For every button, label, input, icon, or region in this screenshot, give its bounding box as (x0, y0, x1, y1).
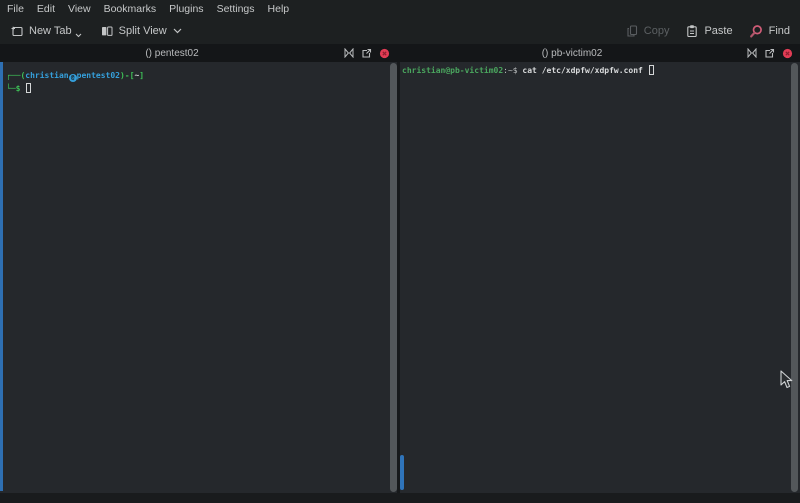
detach-tab-icon[interactable] (361, 48, 372, 59)
new-tab-menu-caret-icon (75, 33, 82, 38)
terminal-cursor (649, 65, 654, 75)
menu-item-edit[interactable]: Edit (37, 3, 55, 15)
pane-accent-bar (400, 455, 404, 490)
find-button[interactable]: Find (749, 24, 790, 39)
terminal-pb-victim02[interactable]: christian@pb-victim02:~$ cat /etc/xdpfw/… (400, 62, 800, 493)
paste-icon (685, 24, 699, 38)
tab-title-pb-victim02[interactable]: () pb-victim02 (397, 48, 747, 59)
split-view-icon (100, 24, 114, 38)
new-tab-label: New Tab (29, 25, 72, 37)
detach-tab-icon[interactable] (764, 48, 775, 59)
menu-item-view[interactable]: View (68, 3, 91, 15)
konsole-window: File Edit View Bookmarks Plugins Setting… (0, 0, 800, 503)
window-bottom-edge (0, 493, 800, 503)
menu-item-help[interactable]: Help (268, 3, 290, 15)
terminal-cursor (26, 83, 31, 93)
copy-icon (625, 24, 639, 38)
search-icon (749, 24, 764, 39)
menu-item-bookmarks[interactable]: Bookmarks (104, 3, 157, 15)
tab-bar-pentest02: () pentest02 (0, 44, 397, 62)
copy-label: Copy (644, 25, 670, 37)
terminal-output-pentest02: ┌──(christian@pentest02)-[~]└─$ (0, 62, 397, 493)
close-tab-icon[interactable] (782, 48, 793, 59)
new-tab-button[interactable]: New Tab (10, 24, 82, 38)
maximize-view-icon[interactable] (747, 48, 757, 58)
paste-button[interactable]: Paste (685, 24, 732, 38)
terminal-output-pb-victim02: christian@pb-victim02:~$ cat /etc/xdpfw/… (400, 62, 800, 493)
scrollbar-left-pane[interactable] (390, 63, 397, 492)
toolbar: New Tab Split View (0, 18, 800, 44)
terminal-pentest02[interactable]: ┌──(christian@pentest02)-[~]└─$ (0, 62, 397, 493)
split-view-button[interactable]: Split View (100, 24, 182, 38)
paste-label: Paste (704, 25, 732, 37)
tab-title-pentest02[interactable]: () pentest02 (0, 48, 344, 59)
menu-item-settings[interactable]: Settings (217, 3, 255, 15)
menu-item-file[interactable]: File (7, 3, 24, 15)
close-tab-icon[interactable] (379, 48, 390, 59)
new-tab-icon (10, 24, 24, 38)
find-label: Find (769, 25, 790, 37)
tab-bar-pb-victim02: () pb-victim02 (397, 44, 800, 62)
maximize-view-icon[interactable] (344, 48, 354, 58)
menu-bar: File Edit View Bookmarks Plugins Setting… (0, 0, 800, 18)
scrollbar-right-pane[interactable] (791, 63, 798, 492)
mouse-pointer-icon (780, 370, 794, 390)
split-view-label: Split View (119, 25, 167, 37)
split-view-caret-icon (173, 28, 182, 34)
menu-item-plugins[interactable]: Plugins (169, 3, 203, 15)
copy-button[interactable]: Copy (625, 24, 670, 38)
